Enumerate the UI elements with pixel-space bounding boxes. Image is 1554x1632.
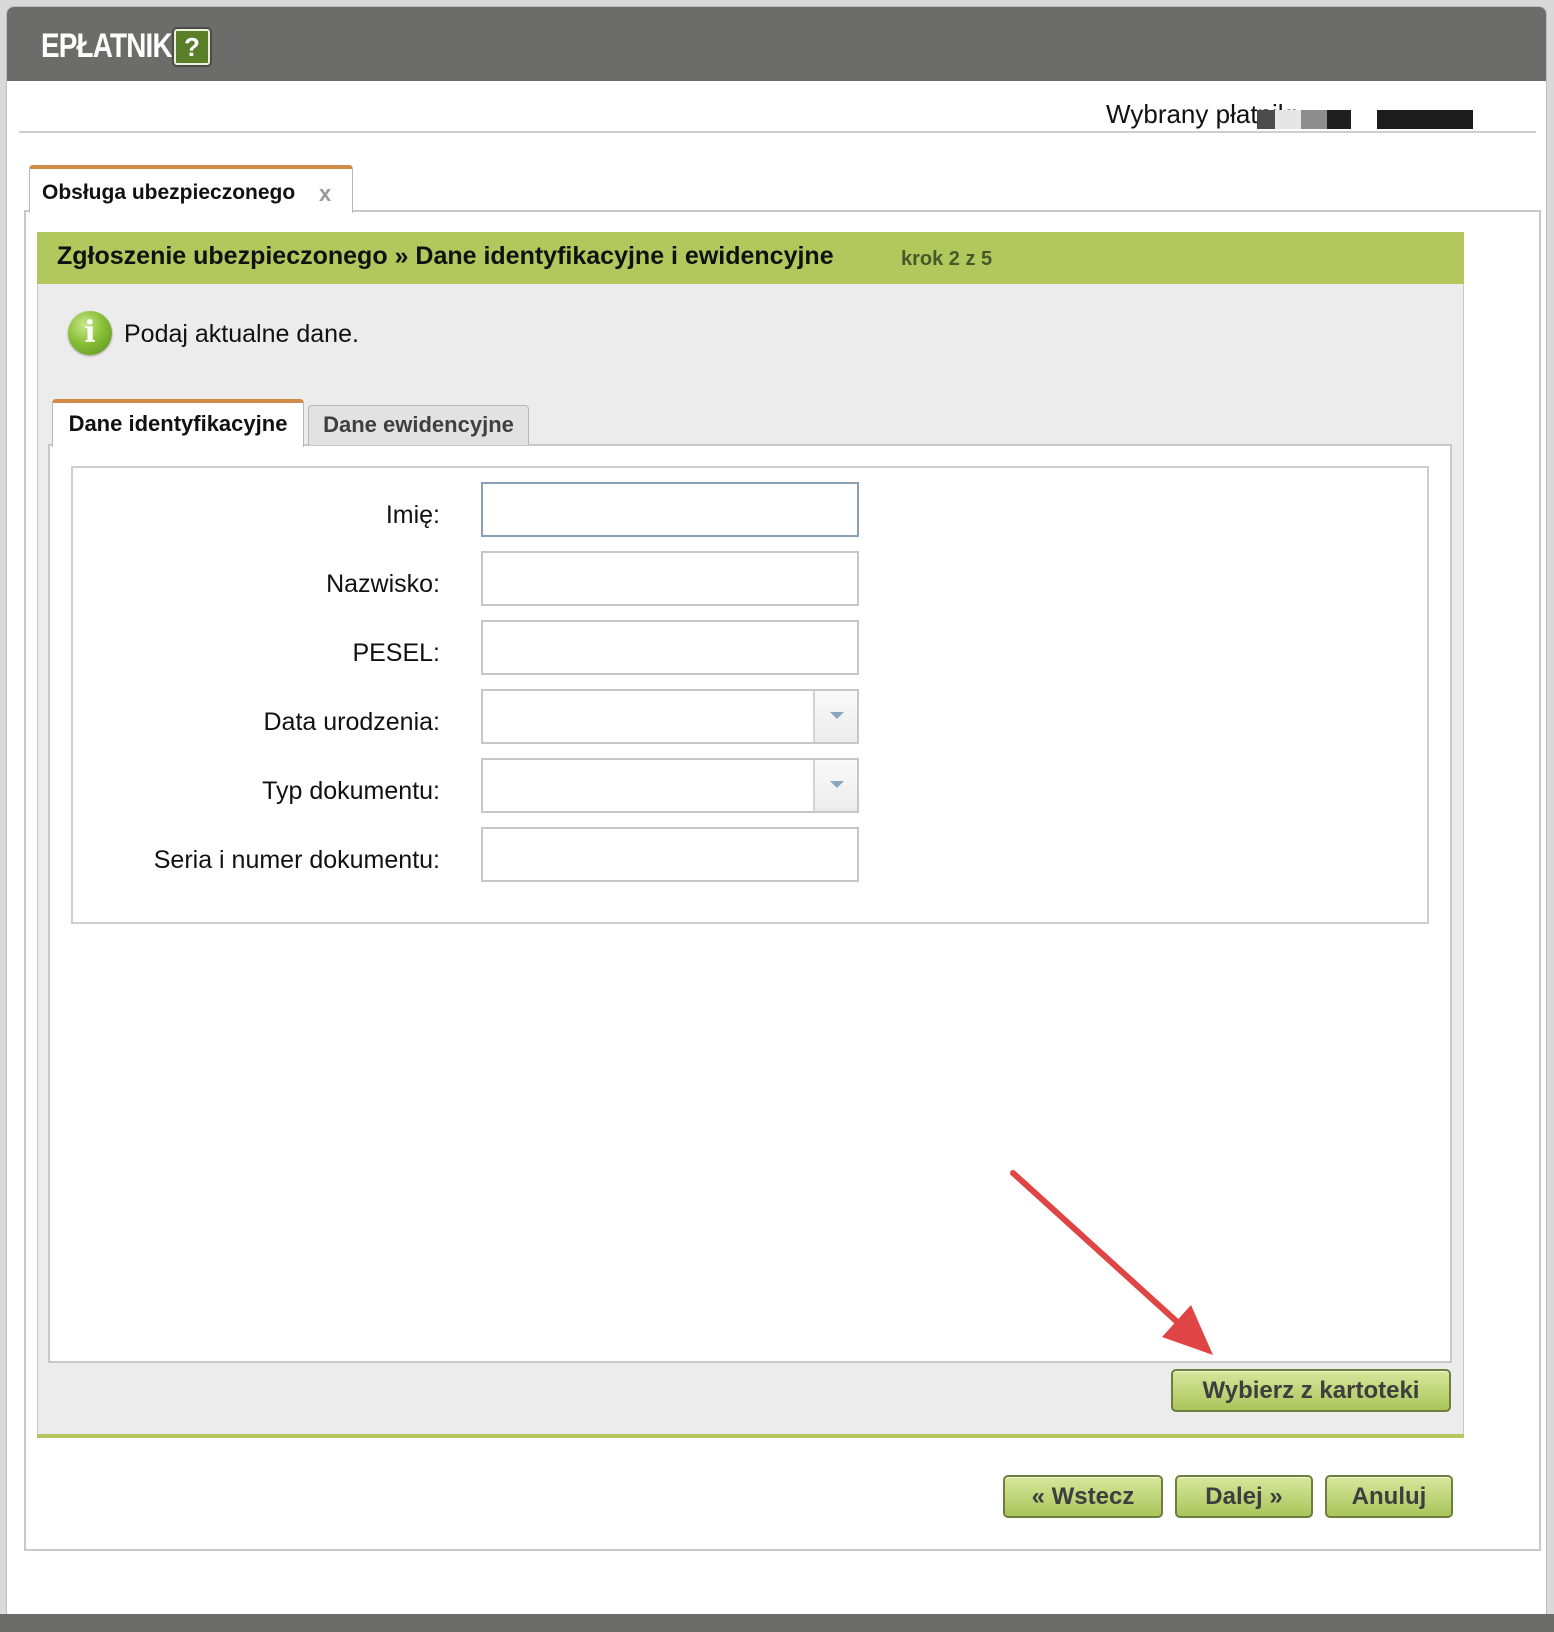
redacted-payer-block — [1327, 110, 1351, 129]
bottom-bar — [0, 1614, 1554, 1632]
dropdown-button[interactable] — [813, 760, 857, 811]
app-window: EPŁATNIK ? Wybrany płatnik: Obsługa ubez… — [6, 6, 1547, 1628]
app-title: EPŁATNIK — [41, 27, 173, 65]
cancel-button[interactable]: Anuluj — [1325, 1475, 1453, 1518]
select-from-records-button[interactable]: Wybierz z kartoteki — [1171, 1369, 1451, 1412]
seria-numer-label: Seria i numer dokumentu: — [153, 846, 440, 874]
redacted-payer-block — [1275, 110, 1301, 129]
typ-dokumentu-select[interactable] — [481, 758, 859, 813]
info-message: Podaj aktualne dane. — [124, 320, 359, 348]
redacted-payer-block — [1377, 110, 1473, 129]
tab-obsluga-ubezpieczonego[interactable]: Obsługa ubezpieczonego x — [29, 165, 353, 213]
annotation-arrow-icon — [1010, 1170, 1213, 1355]
next-button[interactable]: Dalej » — [1175, 1475, 1313, 1518]
data-urodzenia-label: Data urodzenia: — [263, 708, 440, 736]
top-bar: EPŁATNIK ? — [7, 7, 1546, 81]
imie-label: Imię: — [385, 501, 440, 529]
tab-dane-ewidencyjne[interactable]: Dane ewidencyjne — [308, 405, 529, 445]
typ-dokumentu-label: Typ dokumentu: — [262, 777, 440, 805]
pesel-input[interactable] — [481, 620, 859, 675]
redacted-payer-block — [1301, 110, 1327, 129]
back-button[interactable]: « Wstecz — [1003, 1475, 1163, 1518]
tab-dane-identyfikacyjne[interactable]: Dane identyfikacyjne — [52, 399, 304, 447]
redacted-payer-block — [1257, 110, 1275, 129]
chevron-down-icon — [830, 712, 844, 719]
wizard-step-indicator: krok 2 z 5 — [901, 248, 993, 270]
wizard-bottom-border — [37, 1434, 1464, 1438]
nazwisko-label: Nazwisko: — [326, 570, 440, 598]
data-urodzenia-picker[interactable] — [481, 689, 859, 744]
info-icon: i — [68, 311, 112, 355]
imie-input[interactable] — [481, 482, 859, 537]
divider — [19, 131, 1536, 133]
pesel-label: PESEL: — [352, 639, 440, 667]
close-icon[interactable]: x — [319, 181, 331, 207]
dropdown-button[interactable] — [813, 691, 857, 742]
wizard-header: Zgłoszenie ubezpieczonego » Dane identyf… — [37, 232, 1464, 284]
help-icon[interactable]: ? — [174, 29, 210, 65]
nazwisko-input[interactable] — [481, 551, 859, 606]
wizard-title: Zgłoszenie ubezpieczonego » Dane identyf… — [57, 242, 834, 270]
tab-label: Obsługa ubezpieczonego — [42, 181, 296, 204]
chevron-down-icon — [830, 781, 844, 788]
seria-numer-input[interactable] — [481, 827, 859, 882]
